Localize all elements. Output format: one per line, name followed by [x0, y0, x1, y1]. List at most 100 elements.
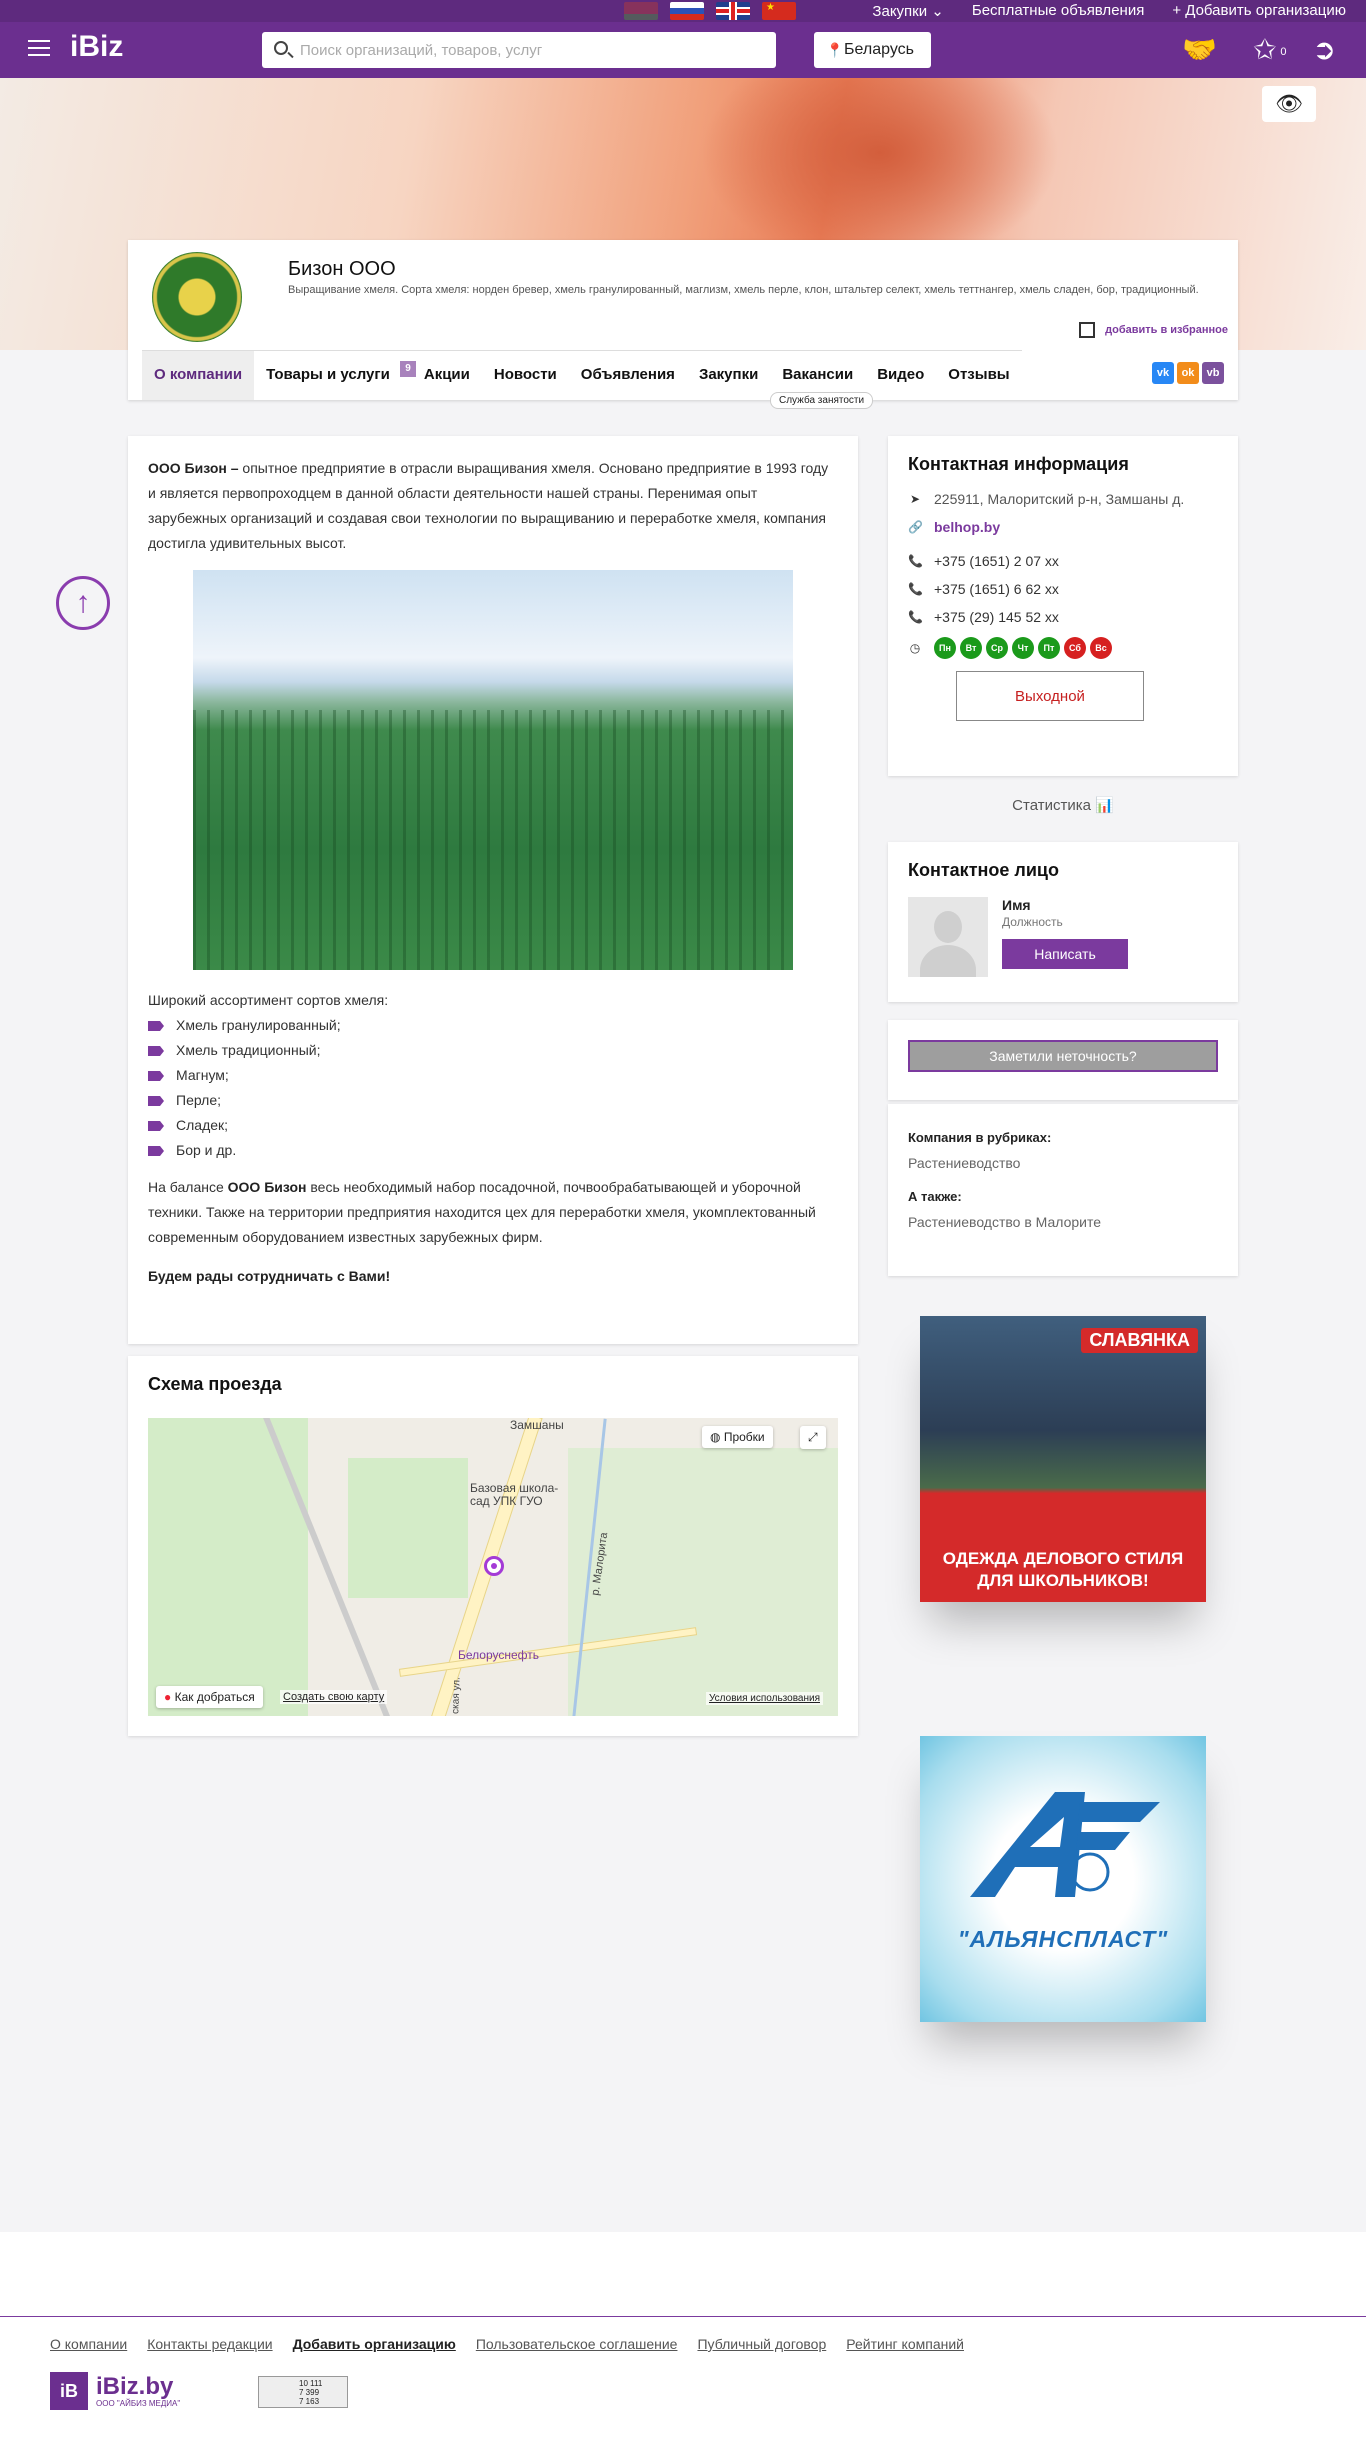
eye-icon[interactable]: 👁 [1262, 86, 1316, 122]
create-map-link[interactable]: Создать свою карту [280, 1690, 388, 1704]
ad2-name: "АЛЬЯНСПЛАСТ" [957, 1926, 1169, 1952]
list-item: Магнум; [148, 1063, 838, 1088]
site-logo[interactable]: iBiz [70, 30, 123, 64]
tab-purchases[interactable]: Закупки [687, 351, 770, 400]
ok-share-icon[interactable]: ok [1177, 362, 1199, 384]
menu-icon[interactable] [28, 40, 50, 56]
favorite-checkbox[interactable] [1079, 322, 1096, 338]
region-select[interactable]: 📍 Беларусь [814, 32, 931, 68]
company-header-card: Бизон ООО Выращивание хмеля. Сорта хмеля… [128, 240, 1238, 409]
footer-rating-link[interactable]: Рейтинг компаний [846, 2336, 964, 2352]
link-icon: 🔗 [908, 520, 923, 534]
map-label-belorusneft: Белоруснефть [458, 1648, 540, 1662]
ad-slavyanka[interactable]: СЛАВЯНКА ОДЕЖДА ДЕЛОВОГО СТИЛЯ ДЛЯ ШКОЛЬ… [920, 1316, 1206, 1602]
rubrics-card: Компания в рубриках: Растениеводство А т… [888, 1104, 1238, 1276]
varieties-title: Широкий ассортимент сортов хмеля: [148, 992, 389, 1008]
tab-video[interactable]: Видео [865, 351, 936, 400]
ad-alyansplast[interactable]: "АЛЬЯНСПЛАСТ" [920, 1736, 1206, 2022]
footer-logo[interactable]: iB iBiz.by ООО "АЙБИЗ МЕДИА" [50, 2372, 180, 2410]
rubrics-title: Компания в рубриках: [908, 1130, 1052, 1145]
route-map-card: Схема проезда Замшаны Базовая школа-сад … [128, 1356, 858, 1736]
chart-icon: 📊 [1095, 797, 1114, 814]
visit-counter[interactable]: 10 111 7 399 7 163 [258, 2376, 348, 2408]
list-item: Бор и др. [148, 1138, 838, 1163]
statistics-link[interactable]: Статистика 📊 [888, 796, 1238, 814]
tab-products[interactable]: Товары и услуги 9 [254, 351, 416, 400]
map-label-school: Базовая школа-сад УПК ГУО [470, 1481, 559, 1508]
add-organization-link[interactable]: + Добавить организацию [1172, 2, 1346, 20]
ad1-slogan: ОДЕЖДА ДЕЛОВОГО СТИЛЯ ДЛЯ ШКОЛЬНИКОВ! [942, 1549, 1184, 1590]
vk-share-icon[interactable]: vk [1152, 362, 1174, 384]
day-fri: Пт [1038, 637, 1060, 659]
address-row: ➤ 225911, Малоритский р-н, Замшаны д. [909, 491, 1185, 507]
flag-by[interactable] [624, 2, 658, 20]
also-title: А также: [908, 1189, 962, 1204]
phone-icon: 📞 [908, 610, 923, 624]
footer: О компании Контакты редакции Добавить ор… [0, 2232, 1366, 2440]
tab-about[interactable]: О компании [142, 351, 255, 400]
avatar [908, 897, 988, 977]
write-button[interactable]: Написать [1002, 939, 1128, 969]
footer-agreement-link[interactable]: Пользовательское соглашение [476, 2336, 678, 2352]
route-map[interactable]: Замшаны Базовая школа-сад УПК ГУО Белору… [148, 1418, 838, 1716]
tab-reviews[interactable]: Отзывы [936, 351, 1021, 400]
also-rubric-link[interactable]: Растениеводство в Малорите [908, 1214, 1218, 1230]
status-badge: Выходной [956, 671, 1144, 721]
fullscreen-icon[interactable]: ⤢ [800, 1426, 826, 1449]
tab-ads[interactable]: Объявления [569, 351, 687, 400]
footer-about-link[interactable]: О компании [50, 2336, 127, 2352]
free-ads-link[interactable]: Бесплатные объявления [972, 2, 1144, 20]
day-sun: Вс [1090, 637, 1112, 659]
day-sat: Сб [1064, 637, 1086, 659]
social-share: vk ok vb [1152, 362, 1224, 384]
map-label-street: ская ул. [450, 1676, 463, 1715]
search-icon [274, 41, 288, 55]
day-thu: Чт [1012, 637, 1034, 659]
route-pin-icon: ● [164, 1690, 172, 1704]
flag-ru[interactable] [670, 2, 704, 20]
company-location-marker[interactable] [484, 1556, 504, 1576]
contacts-title: Контактная информация [908, 454, 1129, 474]
person-position: Должность [1002, 915, 1063, 929]
add-to-favorites[interactable]: добавить в избранное [1079, 322, 1228, 338]
phone-row: 📞 +375 (1651) 6 62 xx [908, 581, 1059, 597]
tab-promotions[interactable]: Акции [412, 351, 482, 400]
footer-contract-link[interactable]: Публичный договор [697, 2336, 826, 2352]
navigation-arrow-icon: ➤ [909, 492, 921, 506]
favorites-stars-icon[interactable]: ✩ 0 [1253, 34, 1286, 66]
phone-icon: 📞 [908, 554, 923, 568]
rubric-link[interactable]: Растениеводство [908, 1155, 1218, 1171]
footer-links: О компании Контакты редакции Добавить ор… [50, 2336, 964, 2352]
report-error-button[interactable]: Заметили неточность? [908, 1040, 1218, 1072]
phone-row: 📞 +375 (29) 145 52 xx [908, 609, 1059, 625]
purchases-link[interactable]: Закупки ⌄ [872, 2, 943, 20]
search-input[interactable] [300, 41, 760, 59]
footer-contacts-link[interactable]: Контакты редакции [147, 2336, 272, 2352]
alyansplast-logo-icon [970, 1792, 1160, 1897]
weekdays: Пн Вт Ср Чт Пт Сб Вс [934, 637, 1112, 659]
traffic-button[interactable]: ◍ Пробки [702, 1426, 773, 1448]
region-label: Беларусь [844, 41, 914, 58]
about-intro: ООО Бизон – опытное предприятие в отрасл… [148, 460, 829, 551]
footer-add-org-link[interactable]: Добавить организацию [293, 2336, 456, 2352]
viber-share-icon[interactable]: vb [1202, 362, 1224, 384]
location-pin-icon: 📍 [826, 42, 844, 58]
handshake-icon[interactable]: 🤝 [1182, 34, 1217, 66]
list-item: Сладек; [148, 1113, 838, 1138]
day-wed: Ср [986, 637, 1008, 659]
site-link[interactable]: belhop.by [934, 519, 1000, 535]
flag-en[interactable] [716, 2, 750, 20]
report-error-card: Заметили неточность? [888, 1020, 1238, 1100]
route-button[interactable]: ● Как добраться [156, 1686, 263, 1708]
scroll-top-arrow-icon[interactable]: ↑ [56, 576, 110, 630]
route-map-title: Схема проезда [148, 1374, 282, 1394]
company-tabs: О компании Товары и услуги 9 Акции Новост… [142, 350, 1022, 400]
login-icon[interactable]: ➲ [1313, 34, 1336, 66]
map-terms-link[interactable]: Условия использования [706, 1692, 823, 1705]
tab-news[interactable]: Новости [482, 351, 569, 400]
schedule-row: ◷ Пн Вт Ср Чт Пт Сб Вс [908, 637, 1218, 659]
favorite-label: добавить в избранное [1105, 324, 1228, 336]
favorites-count: 0 [1280, 46, 1287, 58]
list-item: Хмель гранулированный; [148, 1013, 838, 1038]
flag-cn[interactable] [762, 2, 796, 20]
